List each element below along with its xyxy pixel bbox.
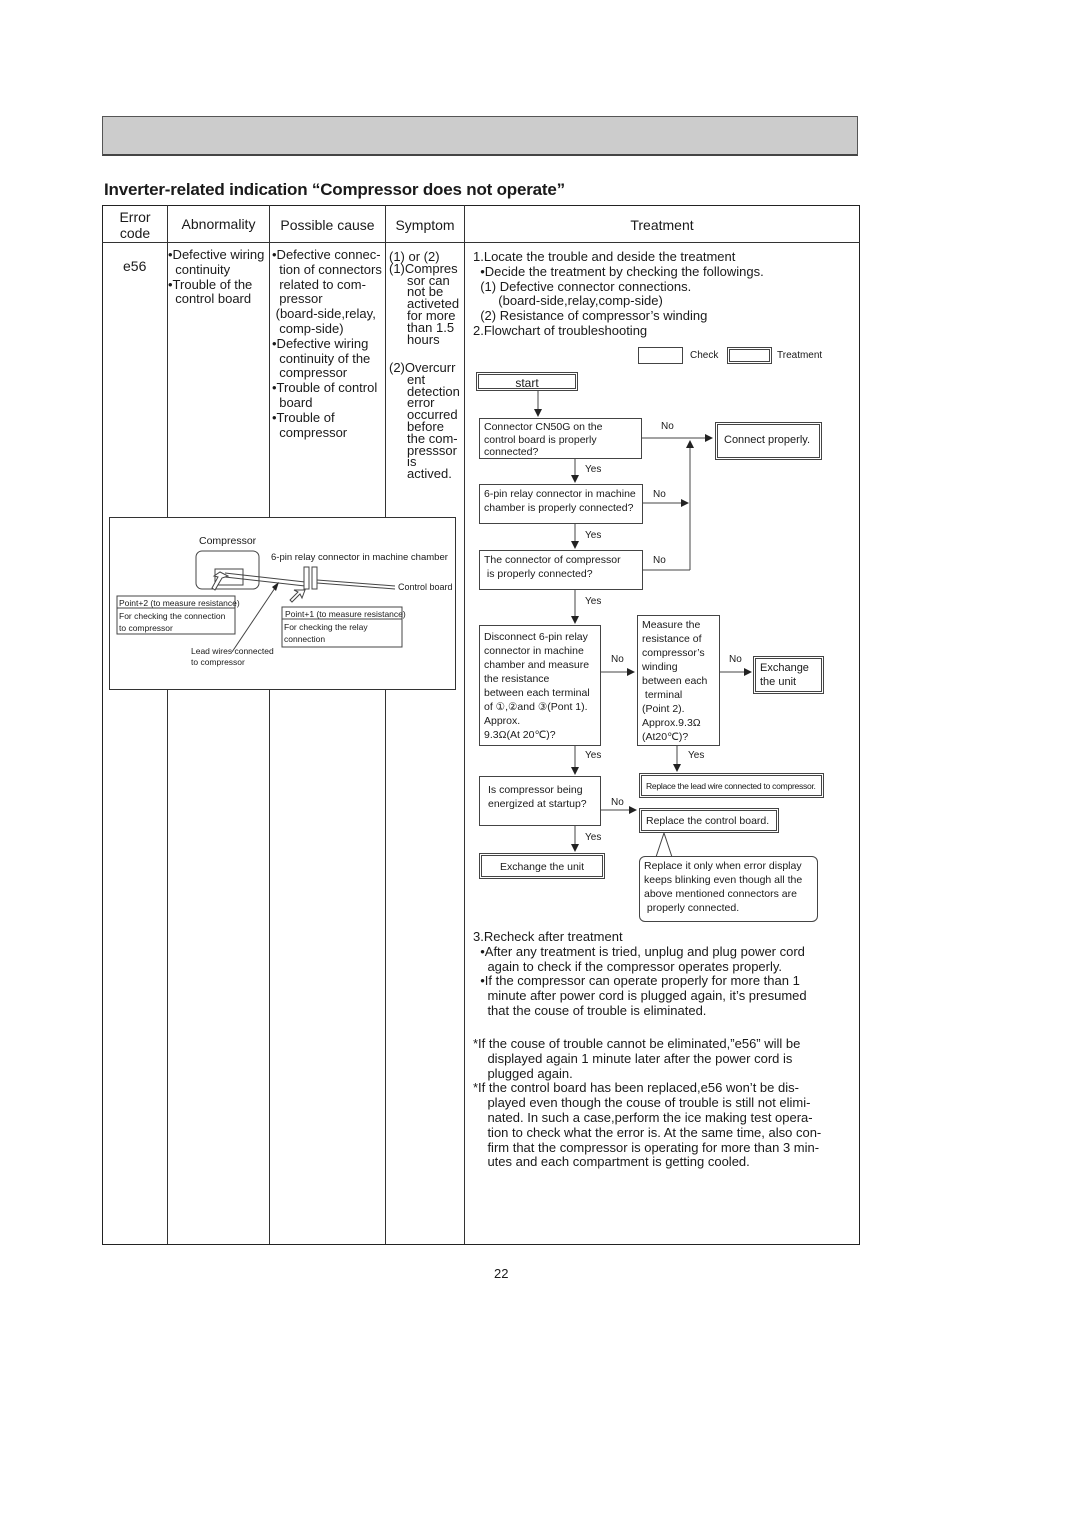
label-yes: Yes xyxy=(585,832,602,843)
label-no: No xyxy=(729,654,742,665)
flow-measure-relay-resistance: Disconnect 6-pin relay connector in mach… xyxy=(479,625,601,746)
page-number: 22 xyxy=(494,1266,509,1281)
flow-measure-winding-resistance: Measure the resistance of compressor’s w… xyxy=(637,615,720,746)
label-no: No xyxy=(611,797,624,808)
label-yes: Yes xyxy=(585,464,602,475)
label-yes: Yes xyxy=(585,530,602,541)
label-no: No xyxy=(611,654,624,665)
flow-treatment-connect-properly: Connect properly. xyxy=(715,422,822,460)
treatment-notes: *If the couse of trouble cannot be elimi… xyxy=(473,1036,822,1170)
label-no: No xyxy=(653,489,666,500)
flow-treatment-exchange-unit: Exchange the unit xyxy=(753,656,824,694)
label-yes: Yes xyxy=(585,596,602,607)
flow-treatment-replace-board: Replace the control board. xyxy=(639,808,779,833)
label-yes: Yes xyxy=(585,750,602,761)
flow-check-6pin-relay: 6-pin relay connector in machine chamber… xyxy=(479,484,643,524)
note-callout-pointer xyxy=(655,831,673,858)
flow-check-compressor-connector: The connector of compressor is properly … xyxy=(479,550,643,590)
flowchart-connectors xyxy=(534,390,752,858)
flow-check-energized: Is compressor being energized at startup… xyxy=(479,776,601,826)
flow-note-callout: Replace it only when error display keeps… xyxy=(639,856,818,922)
treatment-recheck: 3.Recheck after treatment •After any tre… xyxy=(473,929,807,1018)
flow-check-cn50g: Connector CN50G on the control board is … xyxy=(479,418,642,459)
flow-treatment-replace-lead-wire: Replace the lead wire connected to compr… xyxy=(639,773,824,798)
label-no: No xyxy=(653,555,666,566)
label-yes: Yes xyxy=(688,750,705,761)
flow-treatment-exchange-unit-2: Exchange the unit xyxy=(479,853,605,879)
label-no: No xyxy=(661,421,674,432)
flow-start: start xyxy=(476,372,578,391)
